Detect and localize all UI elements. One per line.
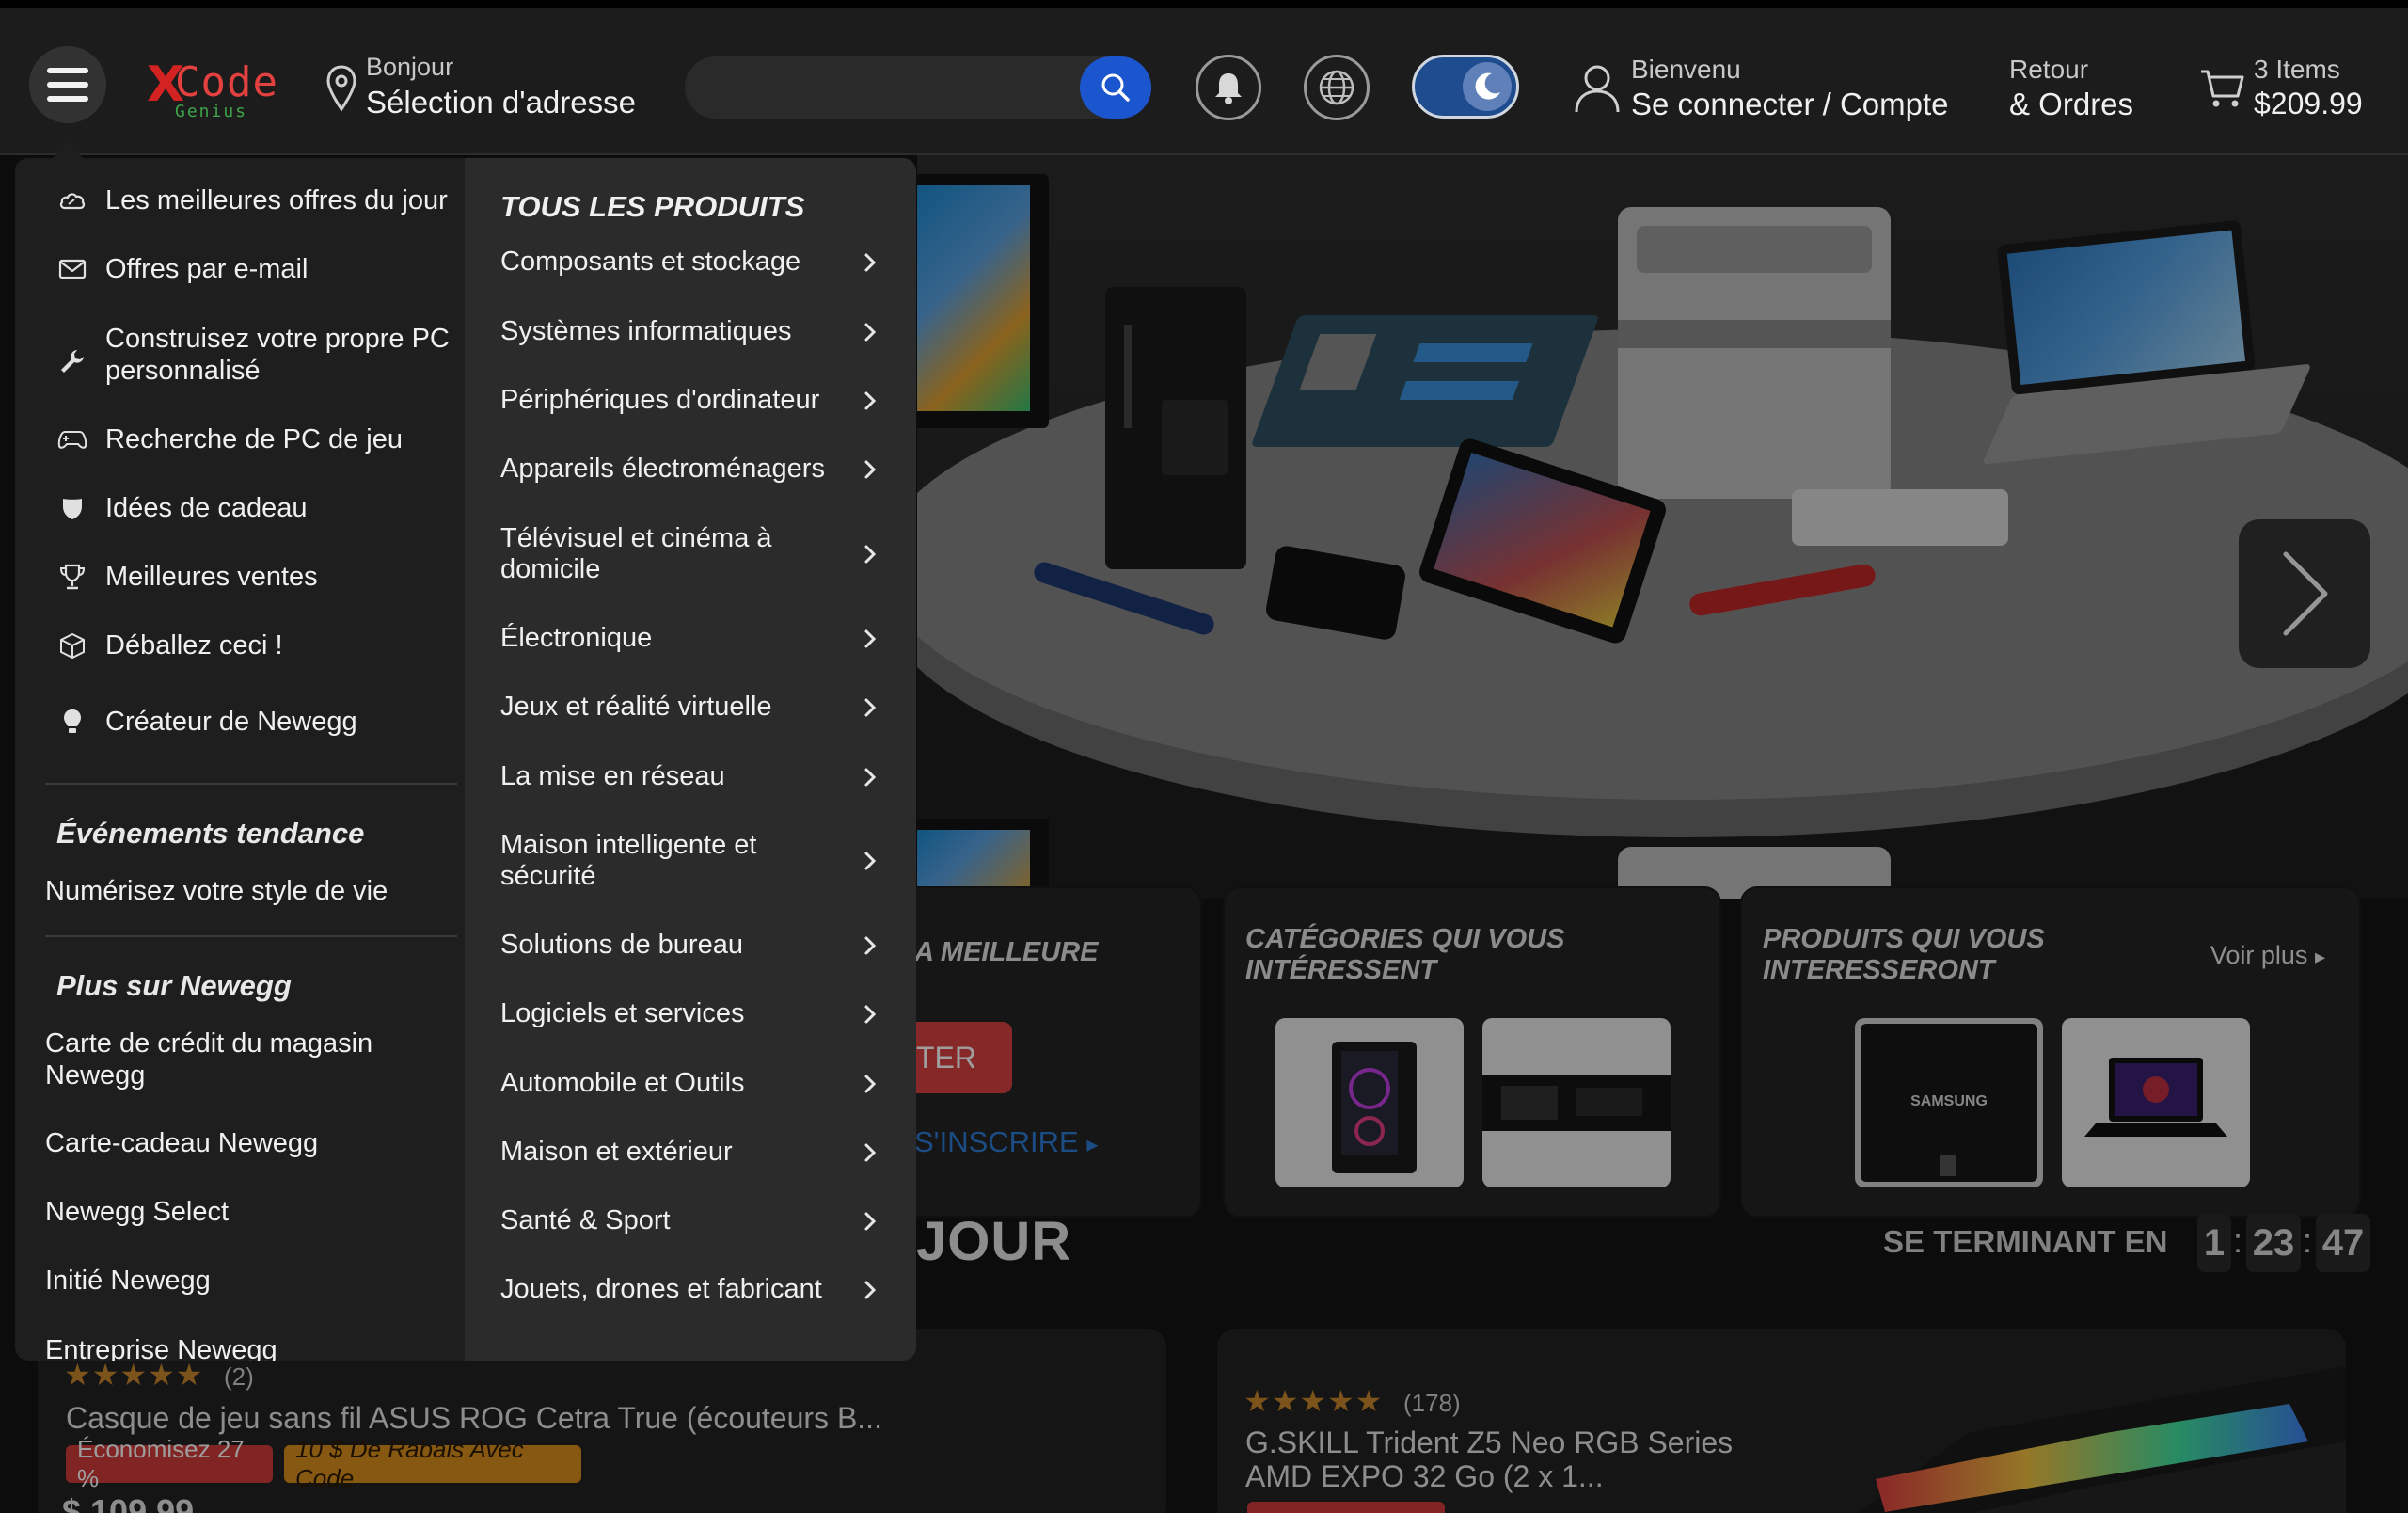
- category-item[interactable]: Périphériques d'ordinateur: [500, 385, 895, 416]
- cart-count[interactable]: 3 Items: [2254, 55, 2340, 85]
- chevron-right-icon: [864, 852, 877, 870]
- chevron-right-icon: [864, 460, 877, 478]
- account-greeting[interactable]: Bienvenu: [1631, 55, 1741, 85]
- category-item[interactable]: Jouets, drones et fabricant: [500, 1274, 895, 1305]
- menu-item-todays-deals[interactable]: Les meilleures offres du jour: [56, 184, 448, 216]
- box-icon: [56, 629, 88, 661]
- chevron-right-icon: [864, 1005, 877, 1023]
- chevron-right-icon: [864, 698, 877, 716]
- category-item[interactable]: Santé & Sport: [500, 1205, 895, 1236]
- menu-item-custom-pc[interactable]: Construisez votre propre PC personnalisé: [56, 323, 452, 387]
- category-item[interactable]: Composants et stockage: [500, 247, 895, 278]
- top-header: X Code Genius Bonjour Sélection d'adress…: [0, 0, 2408, 155]
- category-item[interactable]: Automobile et Outils: [500, 1068, 895, 1099]
- menu-item-best-sellers[interactable]: Meilleures ventes: [56, 561, 318, 593]
- category-item[interactable]: Maison et extérieur: [500, 1137, 895, 1168]
- logo-code: Code: [175, 58, 278, 106]
- menu-link-newegg-business[interactable]: Entreprise Newegg: [45, 1334, 277, 1361]
- category-item[interactable]: Appareils électroménagers: [500, 454, 895, 485]
- category-item[interactable]: Solutions de bureau: [500, 930, 895, 961]
- shield-icon: [56, 492, 88, 524]
- chevron-right-icon: [864, 768, 877, 786]
- chevron-right-icon: [864, 1075, 877, 1092]
- trending-events-heading: Événements tendance: [56, 817, 365, 850]
- category-item[interactable]: Jeux et réalité virtuelle: [500, 692, 895, 723]
- category-item[interactable]: La mise en réseau: [500, 761, 895, 792]
- category-item[interactable]: Télévisuel et cinéma à domicile: [500, 523, 895, 585]
- chevron-right-icon: [864, 1212, 877, 1230]
- more-newegg-heading: Plus sur Newegg: [56, 969, 292, 1002]
- notifications-button[interactable]: [1196, 55, 1261, 120]
- site-logo[interactable]: X Code Genius: [147, 55, 277, 121]
- bell-icon: [1215, 73, 1242, 104]
- search-bar: [685, 56, 1151, 119]
- menu-right-panel: TOUS LES PRODUITS Composants et stockage…: [465, 158, 916, 1361]
- trophy-icon: [56, 561, 88, 593]
- menu-item-newegg-creator[interactable]: Créateur de Newegg: [56, 706, 357, 738]
- address-greeting[interactable]: Bonjour: [366, 53, 453, 82]
- chevron-right-icon: [864, 936, 877, 954]
- all-products-heading: TOUS LES PRODUITS: [500, 190, 805, 223]
- search-icon: [1101, 73, 1130, 102]
- cloud-tag-icon: [56, 184, 88, 216]
- chevron-right-icon: [864, 253, 877, 271]
- location-pin-icon[interactable]: [325, 64, 357, 113]
- menu-link-gift-card[interactable]: Carte-cadeau Newegg: [45, 1127, 318, 1159]
- hamburger-icon: [47, 68, 88, 73]
- lightbulb-icon: [56, 706, 88, 738]
- category-item[interactable]: Logiciels et services: [500, 998, 895, 1029]
- language-button[interactable]: [1304, 55, 1370, 120]
- search-input[interactable]: [713, 70, 1070, 105]
- dark-mode-toggle[interactable]: [1412, 55, 1519, 119]
- chevron-right-icon: [864, 545, 877, 564]
- gamepad-icon: [56, 423, 88, 455]
- user-icon[interactable]: [1573, 62, 1622, 115]
- sign-in-link[interactable]: Se connecter / Compte: [1631, 87, 1949, 122]
- address-selector[interactable]: Sélection d'adresse: [366, 85, 636, 120]
- menu-divider: [45, 783, 457, 785]
- returns-label[interactable]: Retour: [2009, 55, 2088, 85]
- logo-genius: Genius: [175, 102, 248, 121]
- chevron-right-icon: [864, 323, 877, 341]
- wrench-icon: [56, 345, 88, 377]
- menu-item-email-deals[interactable]: Offres par e-mail: [56, 253, 308, 285]
- chevron-right-icon: [864, 1143, 877, 1161]
- chevron-right-icon: [864, 629, 877, 647]
- category-item[interactable]: Systèmes informatiques: [500, 316, 895, 347]
- menu-link-newegg-insider[interactable]: Initié Newegg: [45, 1265, 211, 1297]
- moon-icon: [1475, 72, 1500, 100]
- cart-icon[interactable]: [2198, 64, 2245, 111]
- cart-total[interactable]: $209.99: [2254, 87, 2363, 121]
- category-item[interactable]: Maison intelligente et sécurité: [500, 830, 895, 892]
- menu-link-digitize-lifestyle[interactable]: Numérisez votre style de vie: [45, 875, 388, 907]
- chevron-right-icon: [864, 1281, 877, 1298]
- menu-link-newegg-select[interactable]: Newegg Select: [45, 1196, 229, 1228]
- envelope-icon: [56, 253, 88, 285]
- menu-item-gaming-pc-finder[interactable]: Recherche de PC de jeu: [56, 423, 403, 455]
- hamburger-menu-button[interactable]: [29, 46, 106, 123]
- menu-link-store-card[interactable]: Carte de crédit du magasin Newegg: [45, 1027, 440, 1091]
- chevron-right-icon: [864, 391, 877, 409]
- menu-divider: [45, 935, 457, 937]
- globe-icon: [1319, 70, 1354, 105]
- menu-item-gift-ideas[interactable]: Idées de cadeau: [56, 492, 307, 524]
- orders-link[interactable]: & Ordres: [2009, 87, 2133, 122]
- search-button[interactable]: [1080, 56, 1151, 119]
- menu-item-unbox-this[interactable]: Déballez ceci !: [56, 629, 283, 661]
- category-item[interactable]: Électronique: [500, 623, 895, 654]
- menu-left-panel: Les meilleures offres du jour Offres par…: [15, 158, 465, 1361]
